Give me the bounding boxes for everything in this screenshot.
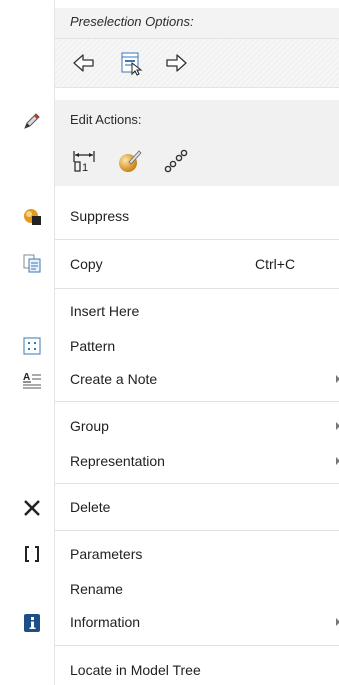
preselection-options-title: Preselection Options: (55, 8, 339, 38)
menu-item-copy[interactable]: Copy Ctrl+C (55, 249, 339, 279)
menu-item-insert-here[interactable]: Insert Here (55, 296, 339, 326)
menu-item-create-note[interactable]: Create a Note (55, 364, 339, 394)
menu-item-rename[interactable]: Rename (55, 574, 339, 604)
edit-actions-toolbar: 1 (55, 140, 339, 186)
menu-item-label: Parameters (70, 546, 143, 562)
delete-icon (22, 498, 42, 518)
menu-item-label: Information (70, 614, 141, 630)
menu-item-information[interactable]: Information (55, 607, 339, 637)
menu-item-label: Insert Here (70, 303, 140, 319)
pencil-icon (22, 111, 42, 131)
edit-actions-title: Edit Actions: (55, 100, 339, 140)
edit-dimensions-icon[interactable]: 1 (71, 148, 97, 174)
menu-item-pattern[interactable]: Pattern (55, 331, 339, 361)
menu-separator (55, 401, 339, 402)
menu-item-label: Delete (70, 499, 111, 515)
menu-separator (55, 239, 339, 240)
next-arrow-icon[interactable] (163, 50, 189, 76)
menu-separator (55, 483, 339, 484)
parameters-icon (22, 544, 42, 564)
suppress-icon (22, 206, 42, 226)
menu-separator (55, 288, 339, 289)
menu-separator (55, 645, 339, 646)
menu-item-label: Group (70, 418, 109, 434)
pick-from-list-icon[interactable] (118, 50, 144, 76)
menu-item-label: Pattern (70, 338, 116, 354)
menu-item-parameters[interactable]: Parameters (55, 539, 339, 569)
menu-item-label: Representation (70, 453, 165, 469)
menu-item-representation[interactable]: Representation (55, 446, 339, 476)
menu-item-label: Rename (70, 581, 123, 597)
menu-item-locate-model-tree[interactable]: Locate in Model Tree (55, 655, 339, 685)
menu-item-label: Suppress (70, 208, 130, 224)
edit-definition-icon[interactable] (117, 148, 143, 174)
menu-item-delete[interactable]: Delete (55, 492, 339, 522)
note-icon: A (22, 370, 42, 390)
menu-item-label: Locate in Model Tree (70, 662, 201, 678)
previous-arrow-icon[interactable] (71, 50, 97, 76)
menu-item-group[interactable]: Group (55, 411, 339, 441)
edit-references-icon[interactable] (163, 148, 189, 174)
pattern-icon (22, 336, 42, 356)
svg-text:1: 1 (82, 162, 88, 174)
menu-item-label: Copy (70, 256, 103, 272)
copy-icon (22, 253, 42, 273)
copy-shortcut: Ctrl+C (255, 256, 296, 272)
svg-text:A: A (23, 372, 30, 383)
menu-item-suppress[interactable]: Suppress (55, 201, 339, 231)
preselection-toolbar (55, 38, 339, 88)
info-icon (22, 613, 42, 633)
context-menu: Preselection Options: Edit Actions: 1 Su… (55, 0, 339, 685)
menu-separator (55, 530, 339, 531)
menu-item-label: Create a Note (70, 371, 158, 387)
